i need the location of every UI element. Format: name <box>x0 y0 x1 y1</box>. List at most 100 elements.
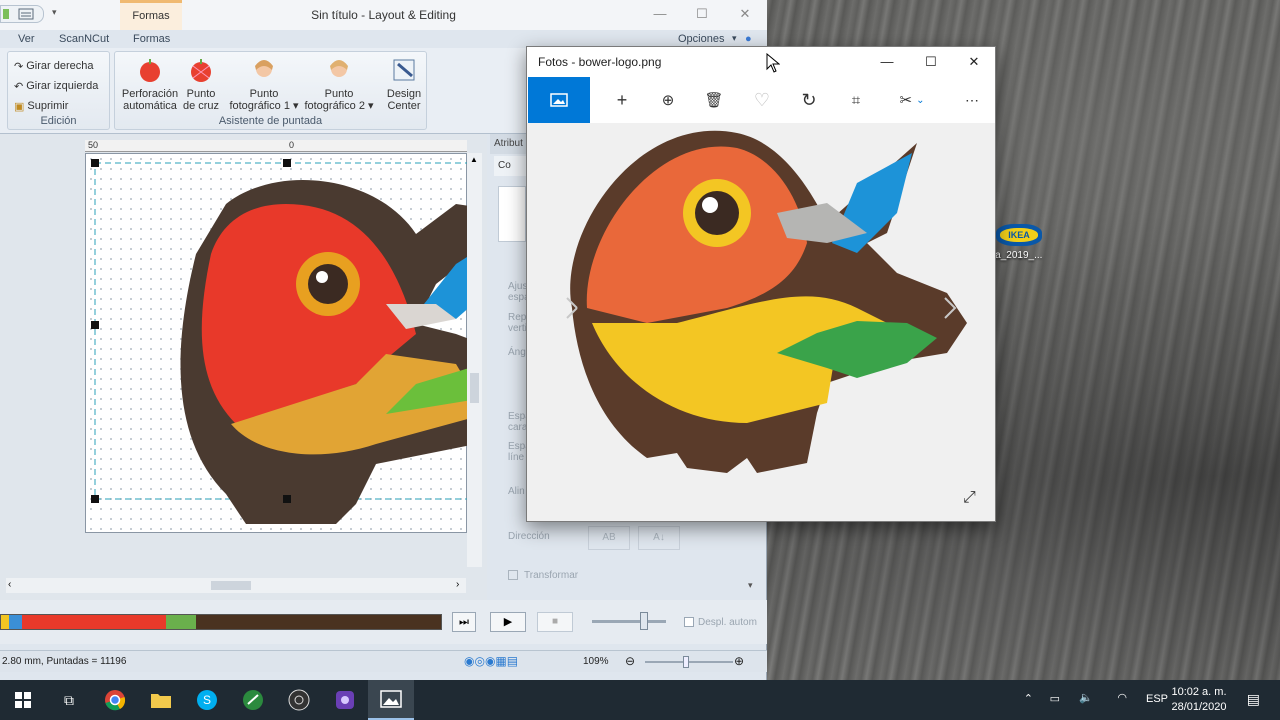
skype-icon: S <box>197 690 217 710</box>
taskbar: ⧉ S ⌃ ▭ 🔈 ◠ ESP ▤ 10:02 a. m. 28/01/2020 <box>0 680 1280 720</box>
direction-label: Dirección <box>508 531 550 542</box>
heart-icon: ♡ <box>753 89 771 110</box>
crop-button[interactable]: ⌗ <box>833 77 879 123</box>
network-icon[interactable]: ◠ <box>1117 691 1127 704</box>
attr-row: líne <box>508 452 525 463</box>
maximize-icon[interactable]: ☐ <box>688 4 716 24</box>
file-explorer-button[interactable] <box>138 680 184 720</box>
favorite-button[interactable]: ♡ <box>739 77 785 123</box>
scroll-left-icon[interactable]: ‹ <box>8 579 11 590</box>
zoom-in-icon[interactable]: ⊕ <box>734 654 744 668</box>
close-icon[interactable]: ✕ <box>962 53 986 71</box>
task-view-icon: ⧉ <box>64 691 74 708</box>
speed-slider[interactable] <box>592 620 666 623</box>
color-segment[interactable] <box>22 615 166 629</box>
zoom-out-icon[interactable]: ⊖ <box>625 654 635 668</box>
zoom-button[interactable]: ⊕ <box>645 77 691 123</box>
scroll-down-icon[interactable]: ▾ <box>748 580 753 591</box>
cross-stitch-apple-icon <box>191 59 211 82</box>
color-segment[interactable] <box>166 615 196 629</box>
attr-row: Ajus <box>508 281 528 292</box>
options-menu[interactable]: Opciones <box>678 33 724 45</box>
canvas-area[interactable]: 50 0 ▲ ‹ › <box>0 134 487 600</box>
zoom-slider-thumb[interactable] <box>683 656 689 668</box>
direction-button-2[interactable]: A↓ <box>638 526 680 550</box>
app-purple-button[interactable] <box>322 680 368 720</box>
play-button[interactable]: ▶ <box>490 612 526 632</box>
start-button[interactable] <box>0 680 46 720</box>
color-sequence-bar[interactable] <box>0 614 442 630</box>
tab-scanncut[interactable]: ScanNCut <box>59 33 109 45</box>
clock[interactable]: 10:02 a. m. 28/01/2020 <box>1161 685 1237 715</box>
photo-stitch-1-button[interactable]: Punto fotográfico 1 ▾ <box>226 56 302 112</box>
color-segment[interactable] <box>9 615 23 629</box>
battery-icon[interactable]: ▭ <box>1050 692 1060 705</box>
delete-button[interactable]: ▣ Suprimir <box>14 97 68 115</box>
scroll-up-icon[interactable]: ▲ <box>470 155 478 164</box>
notifications-icon[interactable]: ▤ <box>1247 691 1260 708</box>
attributes-tab[interactable]: Co <box>494 156 526 176</box>
vertical-scrollbar[interactable]: ▲ <box>467 153 482 567</box>
minimize-icon[interactable]: — <box>875 53 899 71</box>
tab-ver[interactable]: Ver <box>18 33 35 45</box>
delete-button[interactable]: 🗑 <box>691 77 737 123</box>
rotate-left-button[interactable]: ↶ Girar izquierda <box>14 77 98 95</box>
embroidery-design[interactable] <box>86 154 468 534</box>
photos-toolbar: + ⊕ 🗑 ♡ ↻ ⌗ ✂ ⌄ ⋯ <box>527 77 995 123</box>
folder-icon <box>151 694 171 708</box>
svg-text:S: S <box>203 693 211 707</box>
transform-checkbox[interactable] <box>508 570 518 580</box>
horizontal-scrollbar[interactable]: ‹ › <box>6 578 466 593</box>
obs-icon <box>288 689 310 711</box>
direction-button-1[interactable]: AB <box>588 526 630 550</box>
delete-icon: ▣ <box>14 100 25 113</box>
scroll-thumb[interactable] <box>470 373 479 403</box>
options-dropdown-icon[interactable]: ▾ <box>732 33 737 44</box>
group-label: Asistente de puntada <box>218 115 323 127</box>
clock-time: 10:02 a. m. <box>1171 686 1227 698</box>
crop-icon: ⌗ <box>851 91 861 109</box>
view-mode-icon[interactable]: ◉◎◉▦▤ <box>464 654 518 668</box>
speed-slider-thumb[interactable] <box>640 612 648 630</box>
photos-taskbar-button[interactable] <box>368 680 414 720</box>
volume-icon[interactable]: 🔈 <box>1079 691 1093 704</box>
chrome-button[interactable] <box>92 680 138 720</box>
scroll-thumb[interactable] <box>211 581 251 590</box>
embroidery-hoop[interactable] <box>85 153 468 534</box>
rotate-button[interactable]: ↻ <box>786 77 832 123</box>
color-segment[interactable] <box>195 615 441 629</box>
skype-button[interactable]: S <box>184 680 230 720</box>
ikea-logo-icon: IKEA <box>996 224 1042 246</box>
desktop-icon-ikea[interactable]: IKEA ea_2019_... <box>990 224 1044 261</box>
minimize-icon[interactable]: — <box>646 4 674 24</box>
design-center-button[interactable]: Design Center <box>378 56 430 112</box>
photo-stitch-2-button[interactable]: Punto fotográfico 2 ▾ <box>301 56 377 112</box>
tray-expand-icon[interactable]: ⌃ <box>1024 692 1033 705</box>
view-image-button[interactable] <box>528 77 590 123</box>
maximize-icon[interactable]: ☐ <box>919 53 943 71</box>
green-app-icon <box>243 690 263 710</box>
stop-button[interactable]: ■ <box>537 612 573 632</box>
zoom-slider[interactable] <box>645 661 733 663</box>
task-view-button[interactable]: ⧉ <box>46 680 92 720</box>
scroll-right-icon[interactable]: › <box>456 579 459 590</box>
rotate-left-icon: ↶ <box>14 80 24 93</box>
skip-end-button[interactable]: ⏭ <box>452 612 476 632</box>
app-green-button[interactable] <box>230 680 276 720</box>
status-text: 2.80 mm, Puntadas = 11196 <box>2 656 127 667</box>
photo-viewer[interactable]: ⤢ <box>527 123 995 521</box>
fullscreen-icon[interactable]: ⤢ <box>963 489 976 507</box>
close-icon[interactable]: ✕ <box>731 4 759 24</box>
user-icon[interactable]: ● <box>745 33 752 45</box>
color-segment[interactable] <box>1 615 10 629</box>
chrome-icon <box>105 690 126 711</box>
app-dark-button[interactable] <box>276 680 322 720</box>
more-button[interactable]: ⋯ <box>949 77 995 123</box>
rotate-right-button[interactable]: ↷ Girar derecha <box>14 57 93 75</box>
color-swatch[interactable] <box>498 186 526 242</box>
edit-button[interactable]: ✂ ⌄ <box>889 77 935 123</box>
add-button[interactable]: + <box>599 77 645 123</box>
auto-scroll-checkbox[interactable] <box>684 617 694 627</box>
tab-formas[interactable]: Formas <box>133 33 170 45</box>
horizontal-ruler: 50 0 <box>85 140 467 152</box>
